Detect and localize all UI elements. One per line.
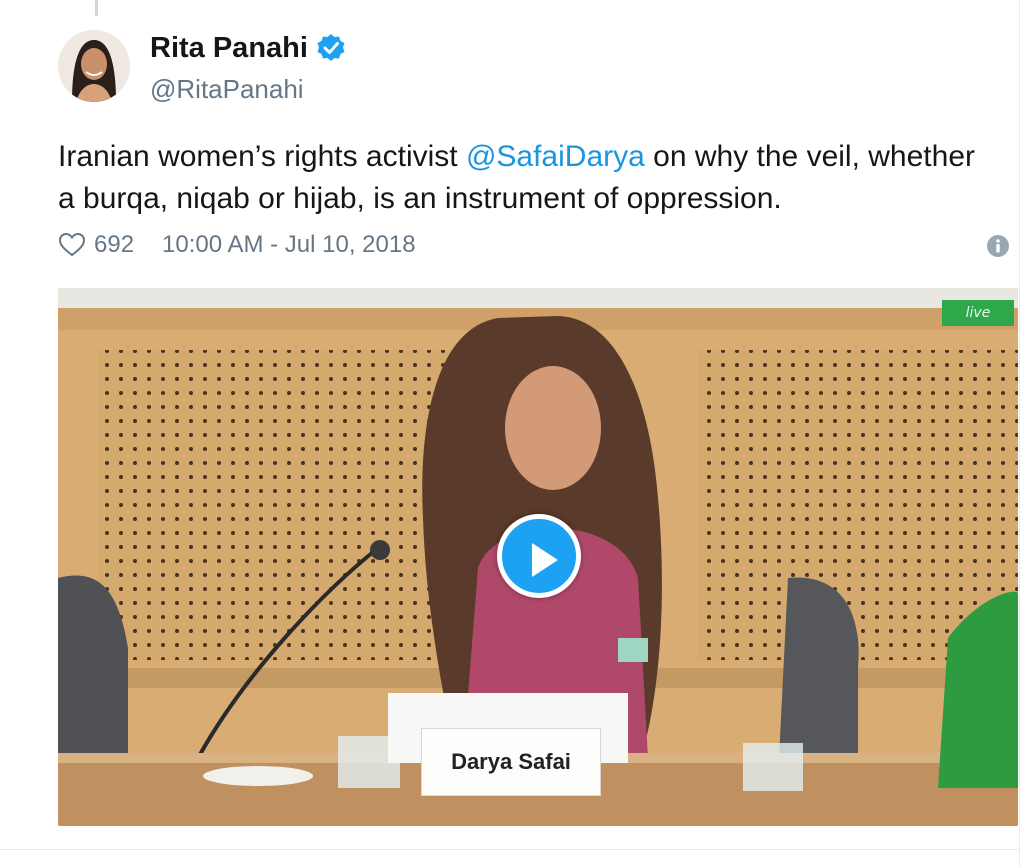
thread-connector-line <box>95 0 98 16</box>
play-button[interactable] <box>497 514 581 598</box>
mention-link[interactable]: @SafaiDarya <box>466 140 645 173</box>
like-count[interactable]: 692 <box>94 228 134 262</box>
tweet-timestamp[interactable]: 10:00 AM - Jul 10, 2018 <box>162 228 416 262</box>
display-name[interactable]: Rita Panahi <box>150 30 308 66</box>
nameplate-label: Darya Safai <box>421 728 601 796</box>
live-badge: live <box>942 300 1014 326</box>
tweet-text-part: Iranian women’s rights activist <box>58 140 466 173</box>
play-icon <box>532 543 558 577</box>
card-border-bottom <box>0 849 1020 850</box>
video-player[interactable]: live Darya Safai <box>58 288 1018 826</box>
tweet-text: Iranian women’s rights activist @SafaiDa… <box>58 136 988 220</box>
info-circle-icon[interactable] <box>986 234 1010 258</box>
verified-badge-icon <box>316 33 346 63</box>
avatar[interactable] <box>58 30 130 102</box>
tweet-meta: 692 10:00 AM - Jul 10, 2018 <box>58 228 416 262</box>
avatar-image <box>58 30 130 102</box>
user-handle[interactable]: @RitaPanahi <box>150 72 304 106</box>
heart-outline-icon[interactable] <box>58 231 86 259</box>
